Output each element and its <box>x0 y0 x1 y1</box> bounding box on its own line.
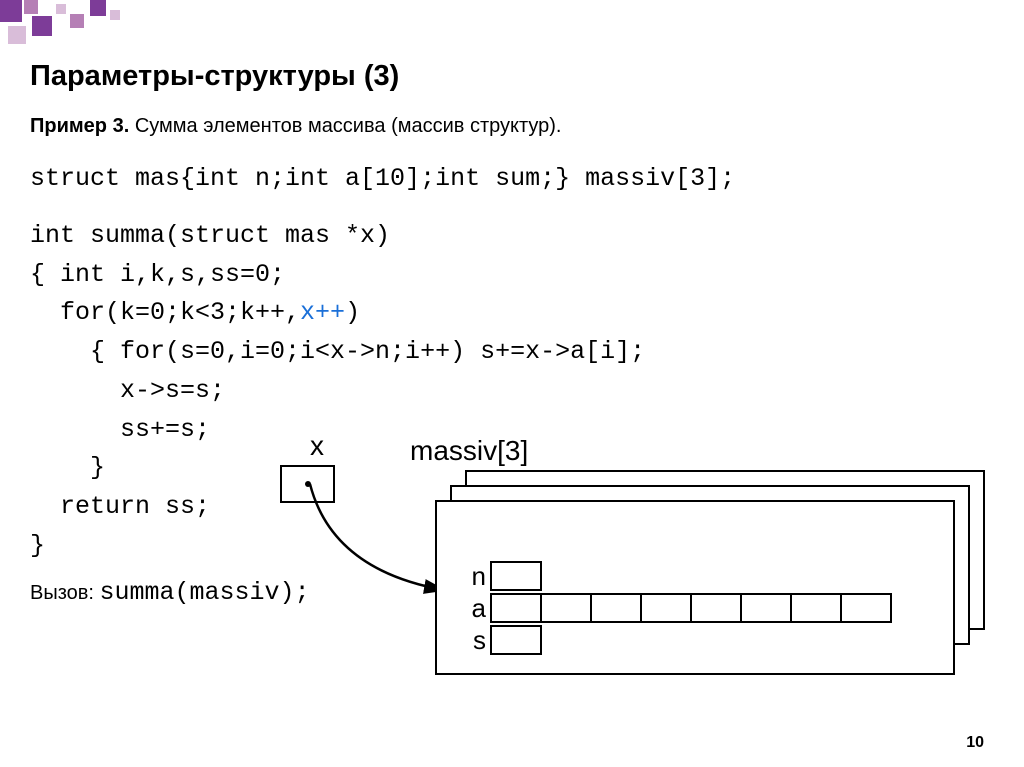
a-cell <box>640 593 692 623</box>
highlighted-code: x++ <box>300 298 345 327</box>
function-signature: int summa(struct mas *x) <box>30 217 994 256</box>
pointer-label: x <box>310 430 324 462</box>
corner-decoration <box>0 0 160 60</box>
slide-title: Параметры-структуры (3) <box>30 60 994 93</box>
example-description: Пример 3. Сумма элементов массива (масси… <box>30 115 994 138</box>
a-cell <box>740 593 792 623</box>
code-line: { int i,k,s,ss=0; <box>30 256 994 295</box>
a-cell <box>840 593 892 623</box>
a-cell <box>540 593 592 623</box>
code-line: for(k=0;k<3;k++,x++) <box>30 294 994 333</box>
field-a: a <box>462 592 892 624</box>
struct-declaration: struct mas{int n;int a[10];int sum;} mas… <box>30 160 994 199</box>
example-number: Пример 3. <box>30 115 129 137</box>
page-number: 10 <box>966 734 984 752</box>
a-cell <box>690 593 742 623</box>
a-cell <box>490 593 542 623</box>
n-cell <box>490 561 542 591</box>
array-label: massiv[3] <box>410 435 528 467</box>
pointer-box <box>280 465 335 503</box>
pointer-dot <box>305 481 311 487</box>
s-cell <box>490 625 542 655</box>
struct-card-front: n a s <box>435 500 955 675</box>
field-n: n <box>462 560 892 592</box>
code-line: x->s=s; <box>30 372 994 411</box>
field-s: s <box>462 624 892 656</box>
a-cell <box>790 593 842 623</box>
a-cell <box>590 593 642 623</box>
code-line: { for(s=0,i=0;i<x->n;i++) s+=x->a[i]; <box>30 333 994 372</box>
memory-diagram: x massiv[3] n a <box>280 430 1000 700</box>
